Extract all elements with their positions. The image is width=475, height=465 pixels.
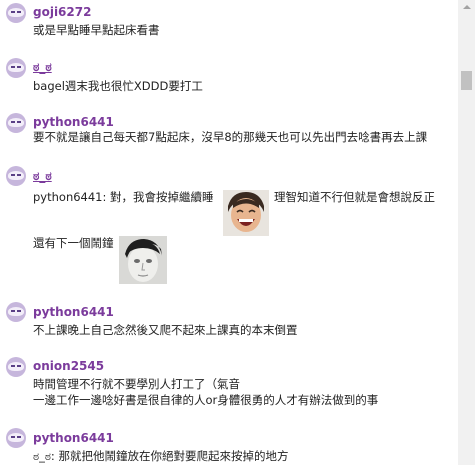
message-text: python6441: 對，我會按掉繼續睡 — [33, 190, 214, 204]
message-text: 理智知道不行但就是會想說反正 — [274, 190, 435, 204]
message-text: 一邊工作一邊唸好書是很自律的人or身體很勇的人才有辦法做到的事 — [33, 393, 379, 407]
message-text: 還有下一個鬧鐘 — [33, 236, 114, 250]
message-text: bagel週末我也很忙XDDD要打工 — [33, 79, 203, 93]
message-text: 不上課晚上自己念然後又爬不起來上課真的本末倒置 — [33, 323, 298, 337]
avatar-icon — [6, 428, 26, 448]
pale-face-icon — [119, 236, 167, 284]
avatar-icon — [6, 113, 26, 133]
message-text: 時間管理不行就不要學別人打工了（氣音 — [33, 377, 240, 391]
scrollbar-thumb[interactable] — [461, 71, 472, 90]
username[interactable]: onion2545 — [33, 359, 104, 374]
chat-panel: goji6272 或是早點睡早點起床看書 ಠ_ಠ bagel週末我也很忙XDDD… — [0, 0, 458, 465]
laughing-man-sticker — [223, 190, 269, 236]
username[interactable]: goji6272 — [33, 5, 91, 20]
username[interactable]: ಠ_ಠ — [33, 60, 52, 75]
username[interactable]: python6441 — [33, 305, 114, 320]
username[interactable]: ಠ_ಠ — [33, 169, 52, 184]
avatar-icon — [6, 302, 26, 322]
avatar-icon — [6, 166, 26, 186]
username[interactable]: python6441 — [33, 431, 114, 446]
message-text: ಠ_ಠ: 那就把他鬧鐘放在你絕對要爬起來按掉的地方 — [33, 449, 289, 463]
message-text: 要不就是讓自己每天都7點起床，沒早8的那幾天也可以先出門去唸書再去上課 — [33, 130, 428, 144]
avatar-icon — [6, 357, 26, 377]
message-text: 或是早點睡早點起床看書 — [33, 23, 160, 37]
vertical-scrollbar[interactable] — [458, 0, 475, 465]
avatar-icon — [6, 3, 26, 23]
pale-face-sticker — [119, 236, 167, 284]
laughing-man-icon — [223, 190, 269, 236]
scroll-up-icon[interactable] — [458, 0, 475, 14]
avatar-icon — [6, 58, 26, 78]
username[interactable]: python6441 — [33, 115, 114, 130]
